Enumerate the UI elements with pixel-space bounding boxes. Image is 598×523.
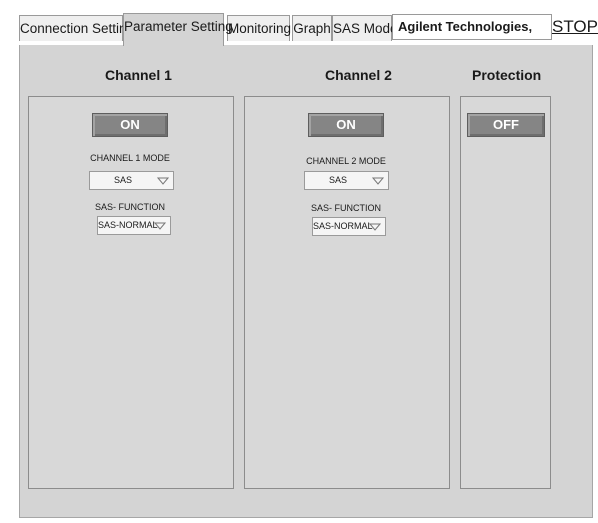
triangle-down-icon	[372, 172, 384, 189]
protection-group	[460, 96, 551, 489]
channel-1-output-button[interactable]: ON	[92, 113, 168, 137]
channel-1-title: Channel 1	[105, 67, 172, 83]
channel-2-mode-select[interactable]: SAS	[304, 171, 389, 190]
triangle-down-icon	[369, 218, 381, 235]
tab-monitoring[interactable]: Monitoring	[227, 15, 291, 41]
tab-bar: Connection Setting Parameter Setting Mon…	[0, 0, 598, 46]
channel-2-mode-label: CHANNEL 2 MODE	[306, 156, 386, 166]
tab-sas-model[interactable]: SAS Model	[332, 15, 401, 41]
channel-1-function-label: SAS- FUNCTION	[94, 202, 165, 212]
channel-1-function-value: SAS-NORMAL	[98, 220, 158, 230]
tab-connection-setting[interactable]: Connection Setting	[19, 15, 134, 41]
channel-2-title: Channel 2	[325, 67, 392, 83]
protection-title: Protection	[472, 67, 542, 83]
stop-button[interactable]: STOP	[552, 14, 598, 40]
channel-1-function-select[interactable]: SAS-NORMAL	[97, 216, 171, 235]
channel-1-mode-select[interactable]: SAS	[89, 171, 174, 190]
channel-2-mode-value: SAS	[328, 175, 347, 185]
triangle-down-icon	[154, 217, 166, 234]
channel-2-function-label: SAS- FUNCTION	[310, 203, 381, 213]
channel-1-mode-value: SAS	[113, 175, 132, 185]
tab-parameter-setting[interactable]: Parameter Setting	[123, 13, 233, 46]
vendor-field: Agilent Technologies,	[392, 14, 552, 40]
protection-button[interactable]: OFF	[467, 113, 545, 137]
channel-2-output-button[interactable]: ON	[308, 113, 384, 137]
tab-graph[interactable]: Graph	[292, 15, 332, 41]
channel-2-function-value: SAS-NORMAL	[313, 221, 373, 231]
channel-2-function-select[interactable]: SAS-NORMAL	[312, 217, 386, 236]
triangle-down-icon	[157, 172, 169, 189]
channel-1-mode-label: CHANNEL 1 MODE	[90, 153, 170, 163]
channel-2-group	[244, 96, 450, 489]
